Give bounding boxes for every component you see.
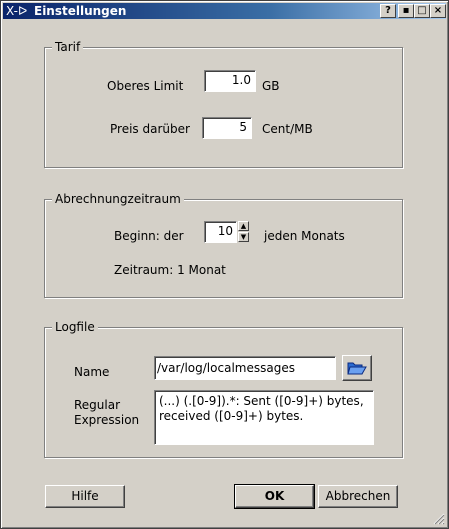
window-title: Einstellungen [34, 4, 127, 18]
folder-open-icon [347, 362, 367, 375]
price-unit: Cent/MB [262, 122, 313, 136]
regex-label-line1: Regular [74, 398, 121, 412]
spin-down-button[interactable]: ▼ [238, 232, 249, 242]
limit-input[interactable]: 1.0 [204, 70, 256, 92]
regex-label-line2: Expression [74, 413, 140, 427]
close-button[interactable]: × [430, 4, 446, 18]
resize-grip-icon[interactable] [431, 511, 445, 525]
logfile-path-input[interactable]: /var/log/localmessages [154, 356, 336, 380]
help-titlebar-button[interactable]: ? [380, 4, 396, 18]
spin-up-button[interactable]: ▲ [238, 221, 249, 231]
browse-button[interactable] [342, 355, 372, 381]
tarif-legend: Tarif [52, 40, 84, 54]
logfile-legend: Logfile [52, 320, 98, 334]
begin-label: Beginn: der [114, 229, 184, 243]
logfile-name-label: Name [74, 365, 110, 379]
maximize-button[interactable]: □ [414, 4, 430, 18]
minimize-button[interactable]: ▪ [398, 4, 414, 18]
regex-textarea[interactable]: (...) (.[0-9]).*: Sent ([0-9]+) bytes, r… [154, 390, 374, 445]
ok-button[interactable]: OK [234, 484, 315, 509]
period-text: Zeitraum: 1 Monat [114, 263, 226, 277]
cancel-button[interactable]: Abbrechen [318, 485, 398, 508]
title-bar[interactable]: X-ᐅ Einstellungen ? ▪ □ × [3, 3, 446, 19]
limit-label: Oberes Limit [107, 79, 184, 93]
billing-period-legend: Abrechnungzeitraum [52, 192, 184, 206]
begin-day-spinbox[interactable]: 10 [204, 221, 237, 243]
price-input[interactable]: 5 [202, 117, 252, 139]
begin-suffix: jeden Monats [264, 229, 345, 243]
app-icon: X-ᐅ [6, 4, 28, 18]
price-label: Preis darüber [110, 122, 190, 136]
help-button[interactable]: Hilfe [45, 485, 125, 508]
limit-unit: GB [262, 79, 280, 93]
tarif-group [44, 47, 403, 168]
billing-period-group [44, 199, 403, 298]
